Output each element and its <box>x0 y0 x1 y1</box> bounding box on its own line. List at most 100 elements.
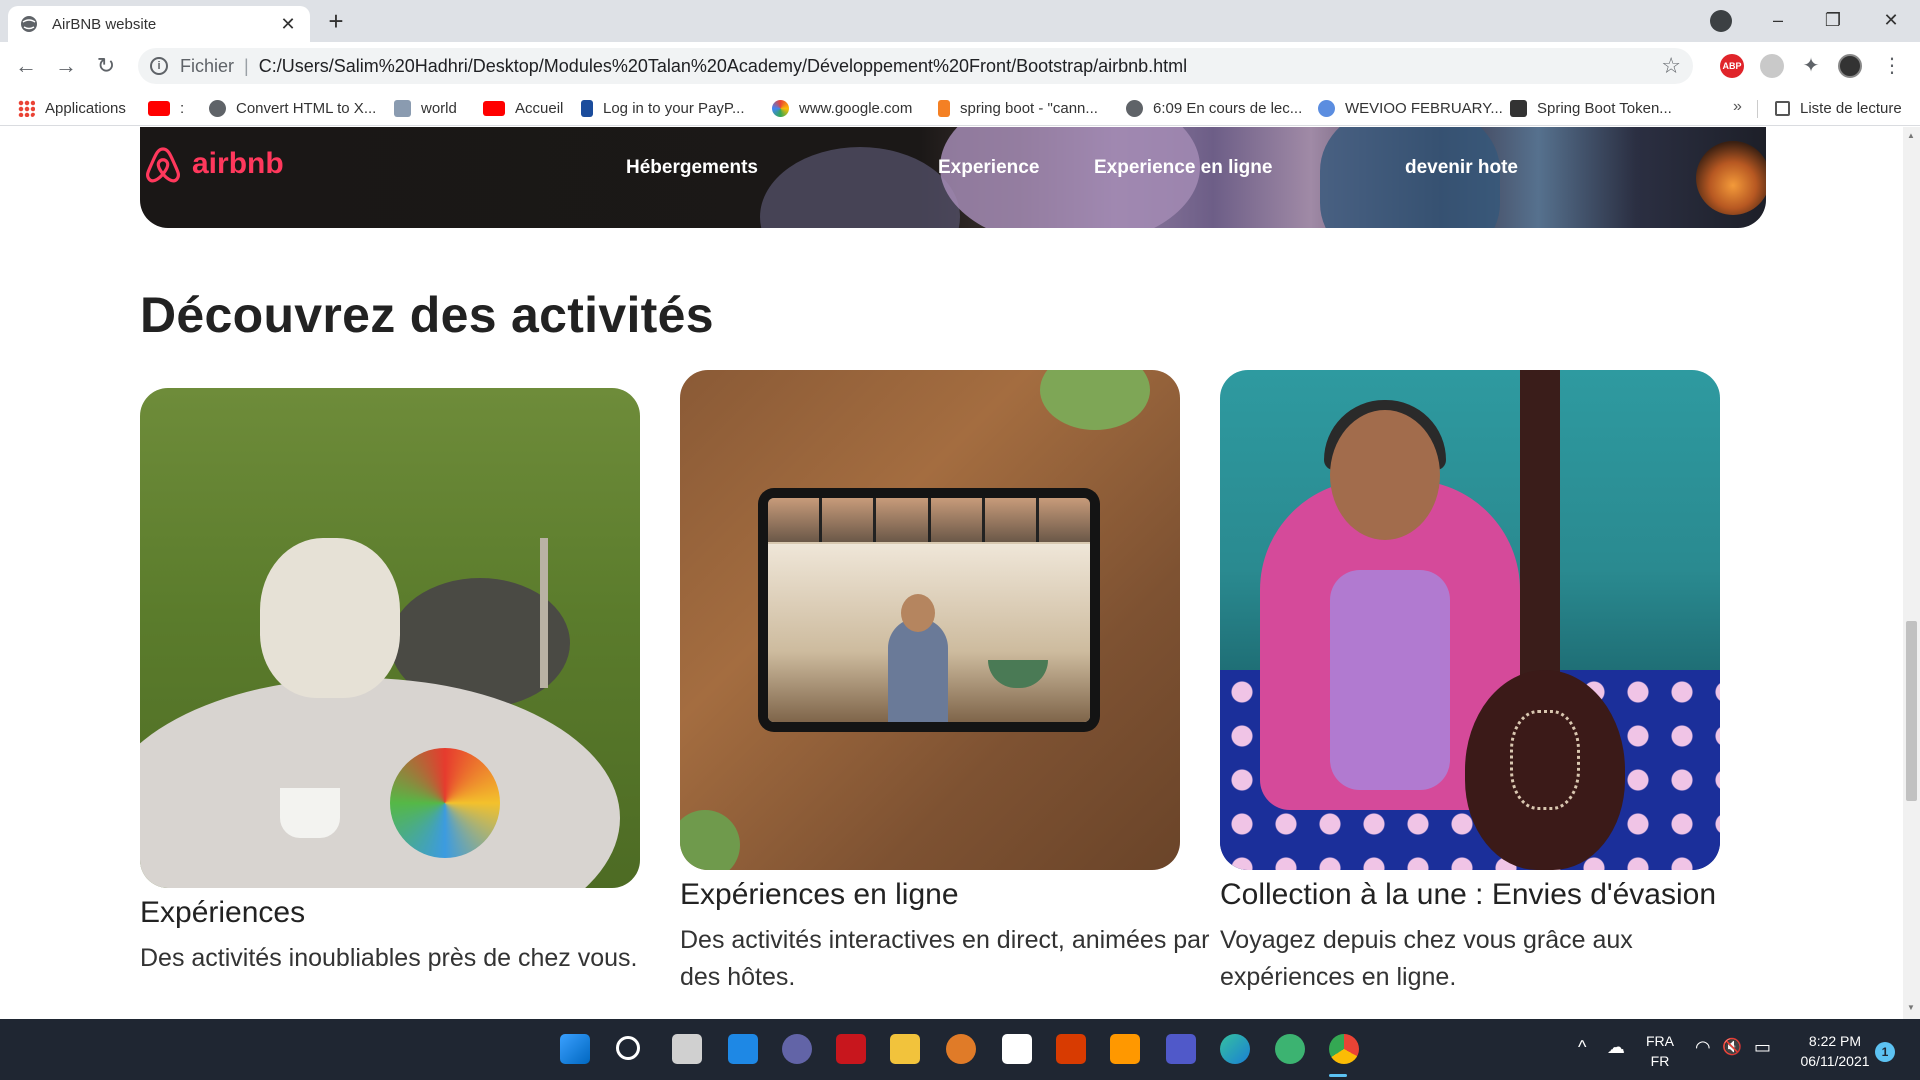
bookmarks-divider <box>1757 100 1758 118</box>
bookmark-accueil[interactable]: Accueil <box>483 96 563 120</box>
apps-grid-icon <box>18 99 35 117</box>
user-avatar[interactable] <box>1696 141 1766 215</box>
bookmark-applications[interactable]: Applications <box>18 96 126 120</box>
activity-card-experiences[interactable]: Expériences Des activités inoubliables p… <box>140 388 640 977</box>
windows-start-icon[interactable] <box>560 1034 590 1064</box>
tab-airbnb-website[interactable]: AirBNB website ✕ <box>8 6 310 42</box>
bookmark-paypal[interactable]: Log in to your PayP... <box>581 96 744 120</box>
nav-experience-en-ligne[interactable]: Experience en ligne <box>1094 157 1272 179</box>
card-title[interactable]: Expériences <box>140 896 640 930</box>
bookmark-youtube[interactable]: : <box>148 96 184 120</box>
scheme-label: Fichier <box>180 55 235 76</box>
bookmark-spring-boot[interactable]: spring boot - "cann... <box>938 96 1098 120</box>
back-button[interactable]: ← <box>12 52 40 80</box>
card-image-woman-sitar[interactable] <box>1220 370 1720 870</box>
app-icon[interactable] <box>836 1034 866 1064</box>
onedrive-icon[interactable]: ☁ <box>1607 1037 1625 1058</box>
youtube-icon <box>148 100 170 116</box>
eclipse-icon[interactable] <box>946 1034 976 1064</box>
clock-time: 8:22 PM <box>1808 1033 1862 1049</box>
globe-icon <box>1126 99 1143 117</box>
extension-icon[interactable] <box>1760 54 1784 78</box>
globe-icon <box>209 99 226 117</box>
scroll-up-icon[interactable]: ▲ <box>1907 131 1915 140</box>
app-icon[interactable] <box>1275 1034 1305 1064</box>
new-tab-button[interactable]: + <box>322 8 350 36</box>
bookmark-spring-token[interactable]: Spring Boot Token... <box>1510 96 1672 120</box>
office-icon[interactable] <box>1056 1034 1086 1064</box>
chat-icon[interactable] <box>782 1034 812 1064</box>
language-indicator[interactable]: FRA FR <box>1640 1031 1680 1071</box>
profile-avatar-icon[interactable] <box>1838 54 1862 78</box>
bookmark-page-icon <box>1510 99 1527 117</box>
card-title[interactable]: Expériences en ligne <box>680 878 1180 912</box>
bookmarks-overflow-button[interactable]: » <box>1733 98 1742 116</box>
globe-icon <box>21 16 37 32</box>
wevioo-icon <box>1318 99 1335 117</box>
widgets-icon[interactable] <box>728 1034 758 1064</box>
tray-chevron-icon[interactable]: ^ <box>1578 1037 1586 1058</box>
paypal-icon <box>581 99 593 117</box>
bookmark-world[interactable]: world <box>394 96 457 120</box>
airbnb-logo[interactable]: airbnb <box>142 143 284 185</box>
bookmark-en-cours[interactable]: 6:09 En cours de lec... <box>1126 96 1302 120</box>
info-icon[interactable]: i <box>150 57 168 75</box>
wifi-icon[interactable]: ◠ <box>1695 1037 1711 1058</box>
browser-menu-icon[interactable]: ⋮ <box>1880 54 1904 78</box>
browser-toolbar: ← → ↻ i Fichier | C:/Users/Salim%20Hadhr… <box>0 42 1920 90</box>
teams-icon[interactable] <box>1166 1034 1196 1064</box>
tablet-graphic <box>758 488 1100 732</box>
tab-close-icon[interactable]: ✕ <box>278 14 298 34</box>
tab-title: AirBNB website <box>52 15 157 33</box>
section-title: Découvrez des activités <box>140 287 714 343</box>
forward-button[interactable]: → <box>52 52 80 80</box>
bookmark-google[interactable]: www.google.com <box>772 96 912 120</box>
url-text[interactable]: C:/Users/Salim%20Hadhri/Desktop/Modules%… <box>259 56 1662 77</box>
adblock-icon[interactable]: ABP <box>1720 54 1744 78</box>
extensions-puzzle-icon[interactable]: ✦ <box>1799 54 1823 78</box>
windows-taskbar: ^ ☁ FRA FR ◠ 🔇 ▭ 8:22 PM 06/11/2021 1 <box>0 1019 1920 1080</box>
restore-button[interactable]: ❐ <box>1810 4 1856 36</box>
close-window-button[interactable]: ✕ <box>1868 4 1914 36</box>
notion-icon[interactable] <box>1002 1034 1032 1064</box>
edge-icon[interactable] <box>1220 1034 1250 1064</box>
active-app-indicator <box>1329 1074 1347 1077</box>
stackoverflow-icon <box>938 99 950 117</box>
card-description: Des activités interactives en direct, an… <box>680 926 1210 991</box>
search-icon[interactable] <box>616 1036 640 1060</box>
card-image-online-experience[interactable] <box>680 370 1180 870</box>
minimize-button[interactable]: – <box>1755 4 1801 36</box>
sublime-text-icon[interactable] <box>1110 1034 1140 1064</box>
bookmark-convert-html[interactable]: Convert HTML to X... <box>209 96 376 120</box>
logo-text: airbnb <box>192 147 284 180</box>
notification-badge[interactable]: 1 <box>1875 1042 1895 1062</box>
clock[interactable]: 8:22 PM 06/11/2021 <box>1790 1031 1880 1071</box>
activity-card-experiences-en-ligne[interactable]: Expériences en ligne Des activités inter… <box>680 370 1209 996</box>
page-scrollbar[interactable]: ▲ ▼ <box>1903 127 1920 1019</box>
tab-search-icon[interactable] <box>1710 10 1732 32</box>
nav-devenir-hote[interactable]: devenir hote <box>1405 157 1518 179</box>
address-bar[interactable]: i Fichier | C:/Users/Salim%20Hadhri/Desk… <box>138 48 1693 84</box>
volume-muted-icon[interactable]: 🔇 <box>1722 1037 1742 1057</box>
bookmarks-bar: Applications : Convert HTML to X... worl… <box>0 90 1920 126</box>
card-description: Voyagez depuis chez vous grâce aux expér… <box>1220 926 1633 991</box>
bookmark-star-icon[interactable]: ☆ <box>1661 53 1681 79</box>
reading-list-button[interactable]: Liste de lecture <box>1775 96 1902 120</box>
scrollbar-thumb[interactable] <box>1906 621 1917 801</box>
task-view-icon[interactable] <box>672 1034 702 1064</box>
tab-strip: AirBNB website ✕ + – ❐ ✕ <box>0 0 1920 42</box>
reload-button[interactable]: ↻ <box>92 52 120 80</box>
scroll-down-icon[interactable]: ▼ <box>1907 1003 1915 1012</box>
file-explorer-icon[interactable] <box>890 1034 920 1064</box>
card-image-sheep-tea-party[interactable] <box>140 388 640 888</box>
chrome-icon[interactable] <box>1329 1034 1359 1064</box>
nav-hebergements[interactable]: Hébergements <box>626 157 758 179</box>
card-title[interactable]: Collection à la une : Envies d'évasion <box>1220 878 1720 912</box>
image-icon <box>394 99 411 117</box>
card-description: Des activités inoubliables près de chez … <box>140 944 638 972</box>
battery-icon[interactable]: ▭ <box>1754 1037 1771 1058</box>
bookmark-wevioo[interactable]: WEVIOO FEBRUARY... <box>1318 96 1503 120</box>
nav-experience[interactable]: Experience <box>938 157 1039 179</box>
activity-card-collection[interactable]: Collection à la une : Envies d'évasion V… <box>1220 370 1720 996</box>
reading-list-icon <box>1775 100 1790 116</box>
